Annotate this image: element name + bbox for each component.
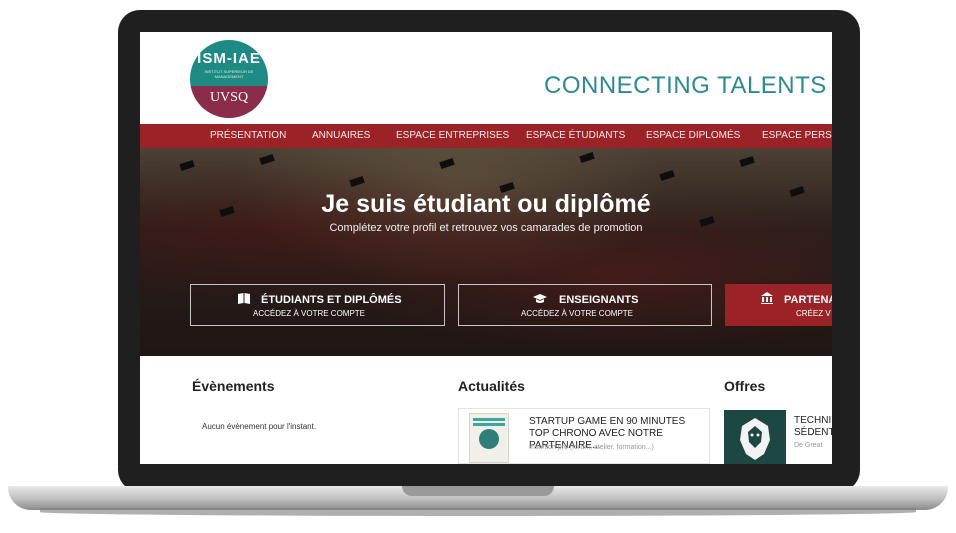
hero-banner: Je suis étudiant ou diplômé Complétez vo…	[140, 148, 832, 356]
cta-partners-title: PARTENA	[784, 294, 832, 306]
offers-title: Offres	[724, 378, 766, 394]
news-item-category: Insertion pro (forum, atelier, formation…	[529, 444, 654, 451]
cta-teachers[interactable]: ENSEIGNANTS ACCÉDEZ À VOTRE COMPTE	[458, 284, 712, 326]
nav-espace-perso[interactable]: ESPACE PERSO	[762, 130, 832, 141]
thumbnail-band	[473, 418, 505, 421]
logo-uvsq-text: UVSQ	[209, 90, 249, 105]
offer-logo[interactable]	[724, 410, 786, 464]
laptop-shadow	[40, 508, 916, 516]
nav-annuaires[interactable]: ANNUAIRES	[312, 130, 370, 141]
cta-partners[interactable]: PARTENA CRÉEZ V	[725, 284, 832, 326]
nav-espace-entreprises[interactable]: ESPACE ENTREPRISES	[396, 130, 509, 141]
cta-teachers-subtitle: ACCÉDEZ À VOTRE COMPTE	[521, 309, 634, 318]
offer-title-line1: TECHNI	[794, 415, 832, 426]
site-tagline: CONNECTING TALENTS F	[544, 72, 832, 99]
thumbnail-band	[473, 423, 505, 426]
logo-sub-text: INSTITUT SUPERIEUR DE MANAGEMENT	[204, 69, 254, 79]
events-empty-message: Aucun évènement pour l'instant.	[202, 422, 317, 431]
nav-espace-diplomes[interactable]: ESPACE DIPLOMÉS	[646, 130, 740, 141]
cta-partners-subtitle: CRÉEZ V	[796, 309, 831, 318]
main-nav: PRÉSENTATION ANNUAIRES ESPACE ENTREPRISE…	[140, 124, 832, 148]
nav-presentation[interactable]: PRÉSENTATION	[210, 130, 286, 141]
news-thumbnail	[469, 413, 509, 463]
site-header: ISM-IAE INSTITUT SUPERIEUR DE MANAGEMENT…	[140, 32, 832, 124]
hero-title: Je suis étudiant ou diplômé	[321, 190, 651, 218]
events-title: Évènements	[192, 378, 275, 394]
news-card[interactable]: STARTUP GAME EN 90 MINUTES TOP CHRONO AV…	[458, 408, 710, 464]
nav-espace-etudiants[interactable]: ESPACE ÉTUDIANTS	[526, 130, 625, 141]
laptop-hinge-notch	[402, 486, 554, 496]
lion-icon	[740, 418, 770, 460]
bank-icon	[761, 292, 773, 304]
laptop-screen: ISM-IAE INSTITUT SUPERIEUR DE MANAGEMENT…	[140, 32, 832, 464]
cta-students-graduates[interactable]: ÉTUDIANTS ET DIPLÔMÉS ACCÉDEZ À VOTRE CO…	[190, 284, 445, 326]
cta-teachers-title: ENSEIGNANTS	[559, 294, 639, 306]
cta-students-subtitle: ACCÉDEZ À VOTRE COMPTE	[253, 309, 366, 318]
thumbnail-circle	[479, 429, 499, 449]
cta-students-title: ÉTUDIANTS ET DIPLÔMÉS	[261, 294, 402, 306]
ism-iae-uvsq-logo[interactable]: ISM-IAE INSTITUT SUPERIEUR DE MANAGEMENT…	[190, 40, 268, 118]
hero-subtitle: Complétez votre profil et retrouvez vos …	[329, 222, 643, 234]
offer-title-line2: SÉDENT	[794, 427, 832, 438]
offer-item-title[interactable]: TECHNI SÉDENT	[794, 415, 832, 439]
graduation-cap-icon	[533, 294, 547, 303]
offer-item-company: De Great	[794, 442, 823, 449]
logo-main-text: ISM-IAE	[197, 50, 261, 67]
book-icon	[238, 293, 250, 304]
news-title: Actualités	[458, 378, 525, 394]
